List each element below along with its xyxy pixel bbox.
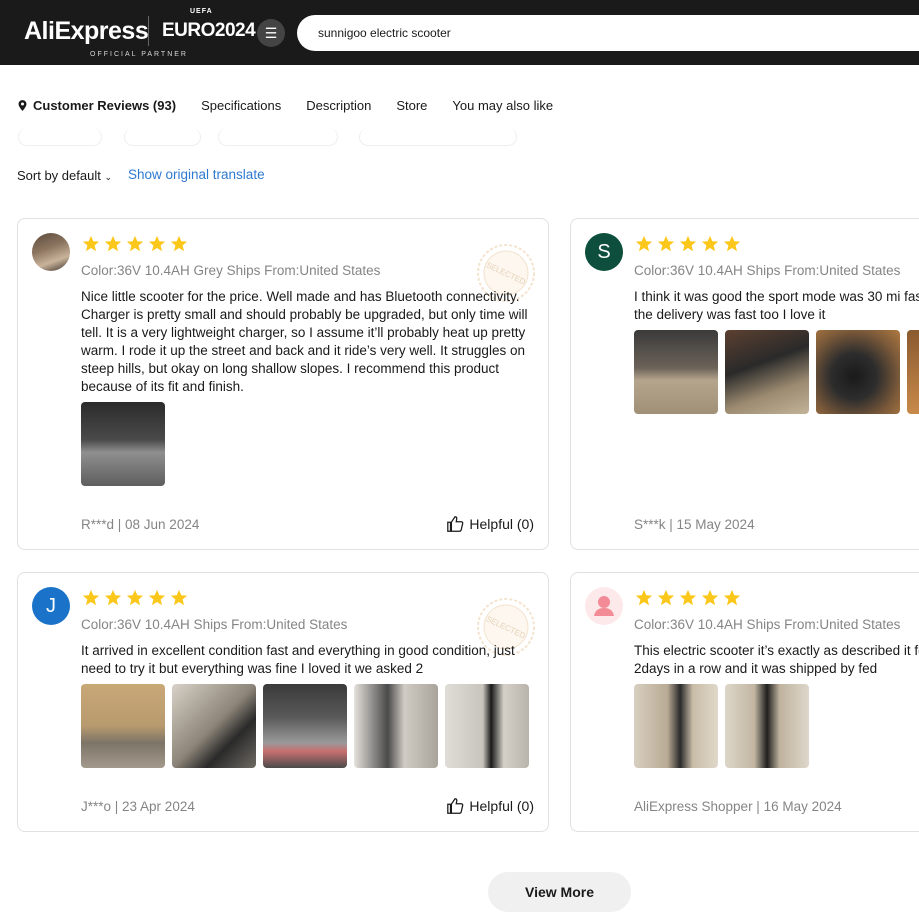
star-icon: [679, 235, 697, 252]
star-icon: [635, 589, 653, 606]
review-images: [634, 684, 816, 768]
review-sku: Color:36V 10.4AH Ships From:United State…: [81, 617, 348, 632]
filter-pill[interactable]: [18, 128, 102, 146]
review-image[interactable]: [907, 330, 919, 414]
star-icon: [126, 235, 144, 252]
filter-pill[interactable]: [218, 128, 338, 146]
star-icon: [679, 589, 697, 606]
view-more-button[interactable]: View More: [488, 872, 631, 912]
review-text: It arrived in excellent condition fast a…: [81, 643, 515, 676]
aliexpress-logo[interactable]: AliExpress: [24, 17, 149, 46]
review-image[interactable]: [81, 684, 165, 768]
star-rating: [82, 235, 192, 253]
tab-store[interactable]: Store: [396, 98, 427, 113]
review-text: This electric scooter it’s exactly as de…: [634, 643, 919, 676]
filter-pill[interactable]: [124, 128, 201, 146]
star-icon: [657, 589, 675, 606]
star-icon: [82, 589, 100, 606]
review-card: S Color:36V 10.4AH Ships From:United Sta…: [570, 218, 919, 550]
review-images: [81, 684, 536, 768]
star-rating: [635, 235, 745, 253]
show-original-translate-link[interactable]: Show original translate: [128, 167, 265, 182]
review-author-date: S***k | 15 May 2024: [634, 517, 755, 532]
tab-specifications[interactable]: Specifications: [201, 98, 281, 113]
star-rating: [635, 589, 745, 607]
star-icon: [104, 589, 122, 606]
euro2024-logo: EURO2024: [162, 20, 256, 41]
official-partner-text: OFFICIAL PARTNER: [90, 51, 188, 58]
review-image[interactable]: [445, 684, 529, 768]
location-pin-icon: [18, 99, 27, 111]
star-icon: [701, 235, 719, 252]
review-sku: Color:36V 10.4AH Grey Ships From:United …: [81, 263, 381, 278]
uefa-text: UEFA: [190, 8, 213, 15]
avatar: J: [32, 587, 70, 625]
review-sku: Color:36V 10.4AH Ships From:United State…: [634, 617, 901, 632]
review-image[interactable]: [172, 684, 256, 768]
review-card: Color:36V 10.4AH Ships From:United State…: [570, 572, 919, 832]
filter-pill[interactable]: [359, 128, 517, 146]
star-icon: [104, 235, 122, 252]
review-image[interactable]: [725, 684, 809, 768]
review-image[interactable]: [725, 330, 809, 414]
review-text: I think it was good the sport mode was 3…: [634, 289, 919, 322]
star-icon: [170, 235, 188, 252]
helpful-button[interactable]: Helpful (0): [446, 797, 534, 815]
header-divider: [148, 16, 149, 46]
chevron-down-icon: ⌄: [104, 172, 112, 182]
review-images: [634, 330, 919, 414]
tab-you-may-also-like[interactable]: You may also like: [452, 98, 553, 113]
star-icon: [723, 589, 741, 606]
star-icon: [723, 235, 741, 252]
review-image[interactable]: [263, 684, 347, 768]
star-icon: [148, 235, 166, 252]
tab-label: Customer Reviews (93): [33, 97, 177, 113]
helpful-label: Helpful (0): [469, 798, 534, 814]
helpful-button[interactable]: Helpful (0): [446, 515, 534, 533]
top-header: AliExpress UEFA EURO2024 OFFICIAL PARTNE…: [0, 0, 919, 65]
hamburger-menu-icon[interactable]: ☰: [257, 19, 285, 47]
review-sku: Color:36V 10.4AH Ships From:United State…: [634, 263, 901, 278]
sort-dropdown[interactable]: Sort by default ⌄: [17, 168, 112, 183]
star-icon: [635, 235, 653, 252]
thumbs-up-icon: [447, 516, 464, 532]
review-images: [81, 402, 172, 486]
star-icon: [170, 589, 188, 606]
review-image[interactable]: [634, 684, 718, 768]
tab-description[interactable]: Description: [306, 98, 371, 113]
review-image[interactable]: [354, 684, 438, 768]
thumbs-up-icon: [447, 798, 464, 814]
review-card: J SELECTED Color:36V 10.4AH Ships From:U…: [17, 572, 549, 832]
avatar: [32, 233, 70, 271]
star-icon: [82, 235, 100, 252]
review-author-date: J***o | 23 Apr 2024: [81, 799, 195, 814]
review-image[interactable]: [816, 330, 900, 414]
star-icon: [701, 589, 719, 606]
star-icon: [148, 589, 166, 606]
star-icon: [657, 235, 675, 252]
review-text: Nice little scooter for the price. Well …: [81, 289, 528, 394]
helpful-label: Helpful (0): [469, 516, 534, 532]
review-image[interactable]: [634, 330, 718, 414]
review-author-date: AliExpress Shopper | 16 May 2024: [634, 799, 842, 814]
star-rating: [82, 589, 192, 607]
review-tabs: Customer Reviews (93) Specifications Des…: [18, 94, 578, 116]
avatar: S: [585, 233, 623, 271]
default-user-avatar: [585, 587, 623, 625]
tab-customer-reviews[interactable]: Customer Reviews (93): [18, 98, 176, 113]
search-input[interactable]: [297, 15, 919, 51]
star-icon: [126, 589, 144, 606]
review-author-date: R***d | 08 Jun 2024: [81, 517, 200, 532]
review-card: SELECTED Color:36V 10.4AH Grey Ships Fro…: [17, 218, 549, 550]
user-icon: [594, 596, 614, 616]
review-image[interactable]: [81, 402, 165, 486]
